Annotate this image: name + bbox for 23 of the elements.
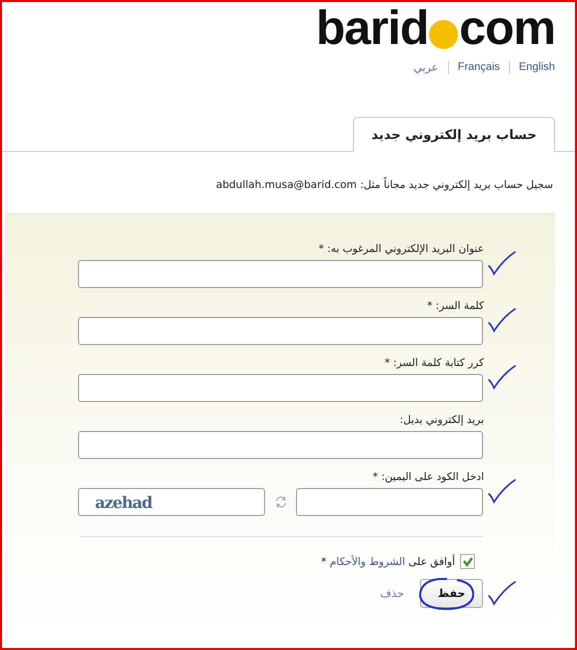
language-link[interactable]: عربي (414, 61, 448, 74)
field-label: عنوان البريد الإلكتروني المرغوب به: * (318, 242, 484, 256)
intro-text: سجيل حساب بريد إلكتروني جديد مجاناً مثل: abdullah.musa@barid.com (215, 179, 553, 191)
delete-link[interactable]: حذف (380, 587, 404, 600)
terms-link[interactable]: الشروط والأحكام (330, 556, 406, 568)
language-link[interactable]: English (508, 61, 555, 74)
captcha-text: azehad (95, 492, 152, 512)
field-label: كلمة السر: * (426, 299, 484, 313)
checkbox[interactable] (460, 554, 475, 569)
dot-icon (429, 20, 458, 48)
logo-text: barid (316, 5, 428, 53)
tab[interactable]: حساب بريد إلكتروني جديد (353, 117, 555, 152)
terms-text: أوافق على الشروط والأحكام * (321, 556, 455, 568)
input-field[interactable] (78, 317, 483, 345)
input-field[interactable] (78, 260, 483, 288)
field-label: ادخل الكود على اليمين: * (372, 470, 484, 484)
input-field[interactable] (296, 488, 483, 516)
input-field[interactable] (78, 431, 483, 459)
logo-text: com (459, 5, 555, 53)
field-label: بريد إلكتروني بديل: (398, 413, 484, 427)
input-field[interactable] (78, 374, 483, 402)
field-label: كرر كتابة كلمة السر: * (384, 356, 484, 370)
language-link[interactable]: Français (448, 61, 509, 74)
